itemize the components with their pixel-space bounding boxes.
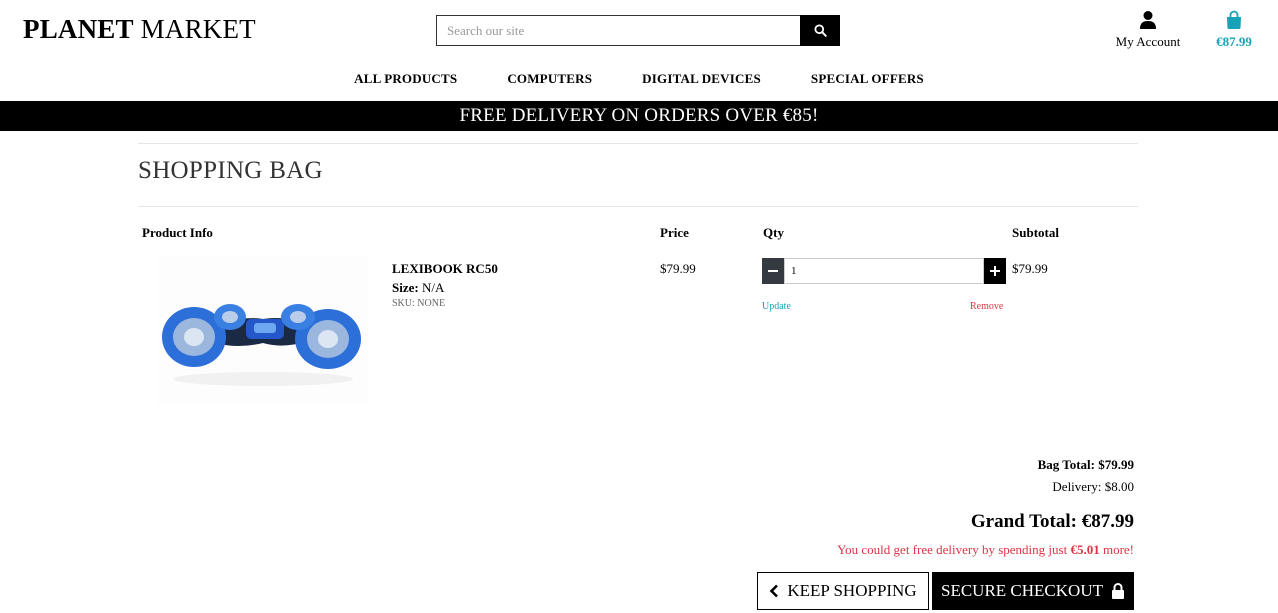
chevron-left-icon: [770, 584, 779, 598]
divider: [138, 143, 1138, 144]
product-subtotal: $79.99: [1012, 261, 1048, 276]
bag-actions: KEEP SHOPPING SECURE CHECKOUT: [757, 572, 1134, 610]
bag-total-amount: €87.99: [1216, 34, 1252, 49]
product-sku: SKU: NONE: [392, 298, 446, 309]
increment-qty-button[interactable]: [984, 258, 1006, 284]
free-delivery-message-pre: You could get free delivery by spending …: [837, 542, 1071, 557]
logo-light-text: MARKET: [140, 14, 256, 44]
decrement-qty-button[interactable]: [762, 258, 784, 284]
free-delivery-amount: €5.01: [1070, 542, 1100, 557]
product-name: LEXIBOOK RC50: [392, 261, 498, 276]
plus-icon: [990, 266, 1000, 276]
column-header-qty: Qty: [763, 225, 784, 240]
product-size-label: Size:: [392, 280, 419, 295]
site-logo[interactable]: PLANET MARKET: [23, 14, 256, 45]
nav-all-products[interactable]: ALL PRODUCTS: [354, 71, 457, 87]
remove-link[interactable]: Remove: [970, 301, 1003, 312]
search-form: [436, 15, 840, 46]
user-icon: [1140, 11, 1156, 29]
page-title: SHOPPING BAG: [138, 157, 323, 184]
keep-shopping-button[interactable]: KEEP SHOPPING: [757, 572, 929, 610]
search-input[interactable]: [436, 15, 800, 46]
logo-bold-text: PLANET: [23, 14, 134, 44]
bag-total: Bag Total: $79.99: [1037, 457, 1134, 472]
product-size: Size: N/A: [392, 280, 444, 296]
column-header-product-info: Product Info: [142, 225, 213, 240]
rc-car-image: [162, 304, 361, 386]
order-totals: Bag Total: $79.99 Delivery: $8.00 Grand …: [634, 457, 1134, 558]
lock-icon: [1111, 583, 1124, 599]
update-link[interactable]: Update: [762, 301, 791, 312]
nav-special-offers[interactable]: SPECIAL OFFERS: [811, 71, 924, 87]
nav-digital-devices[interactable]: DIGITAL DEVICES: [642, 71, 761, 87]
free-delivery-message: You could get free delivery by spending …: [634, 542, 1134, 558]
site-header: PLANET MARKET My Account €87.99 ALL PROD…: [0, 0, 1278, 101]
product-size-value: N/A: [421, 280, 445, 295]
search-icon: [813, 24, 827, 37]
column-header-price: Price: [660, 225, 689, 240]
my-account-link[interactable]: My Account: [1110, 10, 1186, 50]
minus-icon: [768, 270, 778, 272]
free-delivery-banner: FREE DELIVERY ON ORDERS OVER €85!: [0, 101, 1278, 131]
keep-shopping-label: KEEP SHOPPING: [787, 581, 917, 600]
free-delivery-message-post: more!: [1099, 542, 1134, 557]
shopping-bag-link[interactable]: €87.99: [1208, 10, 1260, 50]
search-button[interactable]: [800, 15, 840, 46]
quantity-stepper: [762, 258, 1006, 284]
my-account-label: My Account: [1115, 34, 1181, 49]
quantity-input[interactable]: [784, 258, 984, 284]
nav-computers[interactable]: COMPUTERS: [507, 71, 592, 87]
grand-total: Grand Total: €87.99: [970, 511, 1134, 532]
column-header-subtotal: Subtotal: [1012, 225, 1059, 240]
secure-checkout-button[interactable]: SECURE CHECKOUT: [932, 572, 1134, 610]
product-price: $79.99: [660, 261, 696, 276]
product-image: [158, 257, 368, 405]
delivery-cost: Delivery: $8.00: [1052, 479, 1134, 494]
divider: [138, 206, 1138, 207]
main-nav: ALL PRODUCTS COMPUTERS DIGITAL DEVICES S…: [0, 71, 1278, 87]
shopping-bag-icon: [1227, 10, 1241, 29]
secure-checkout-label: SECURE CHECKOUT: [941, 581, 1103, 600]
